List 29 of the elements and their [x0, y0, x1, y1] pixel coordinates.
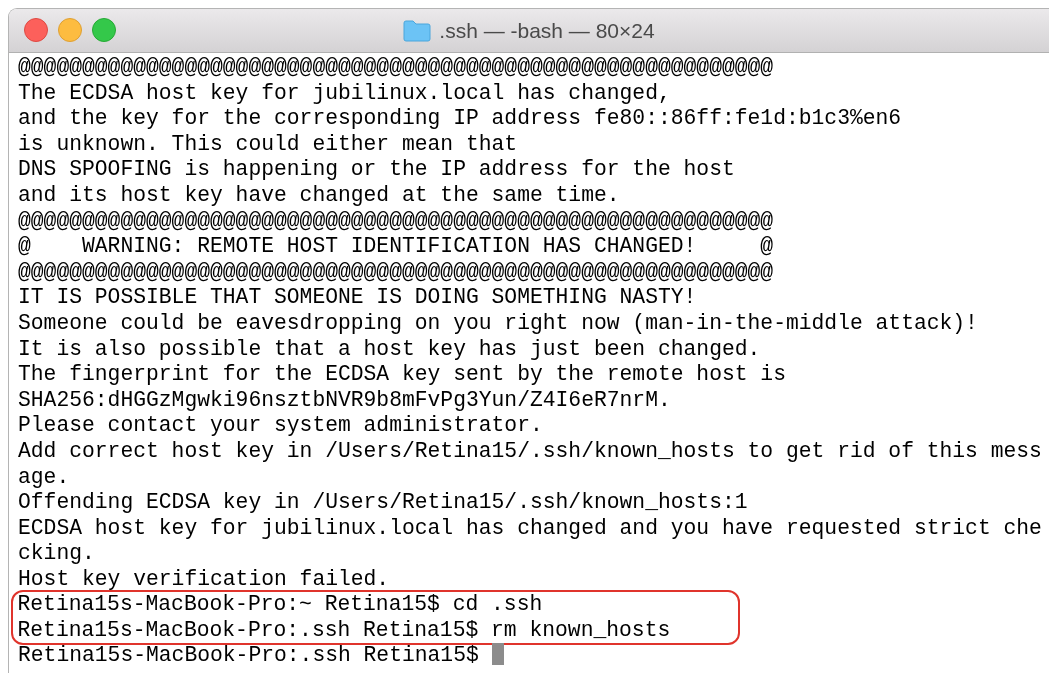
- terminal-line: ECDSA host key for jubilinux.local has changed and you have requested strict che: [18, 515, 1042, 540]
- terminal-line: Add correct host key in /Users/Retina15/.ssh/known_hosts to get rid of this mess: [18, 438, 1042, 463]
- terminal-line: Offending ECDSA key in /Users/Retina15/.ssh/known_hosts:1: [18, 490, 748, 515]
- terminal-line: @@@@@@@@@@@@@@@@@@@@@@@@@@@@@@@@@@@@@@@@@@@@@@@@@@@@@@@@@@@: [18, 55, 774, 79]
- zoom-button[interactable]: [92, 18, 116, 42]
- terminal-line: The fingerprint for the ECDSA key sent by the remote host is: [18, 362, 786, 387]
- terminal-line: It is also possible that a host key has just been changed.: [18, 336, 761, 361]
- terminal-line: @@@@@@@@@@@@@@@@@@@@@@@@@@@@@@@@@@@@@@@@@@@@@@@@@@@@@@@@@@@: [18, 259, 774, 284]
- terminal-line: cking.: [18, 541, 95, 566]
- terminal-line: @ WARNING: REMOTE HOST IDENTIFICATION HAS CHANGED! @: [18, 234, 774, 259]
- terminal-line: Someone could be eavesdropping on you right now (man-in-the-middle attack)!: [18, 310, 978, 335]
- terminal-line: @@@@@@@@@@@@@@@@@@@@@@@@@@@@@@@@@@@@@@@@@@@@@@@@@@@@@@@@@@@: [18, 208, 774, 233]
- terminal-line: Retina15s-MacBook-Pro:~ Retina15$ cd .ssh: [17, 591, 543, 616]
- terminal-line: The ECDSA host key for jubilinux.local has changed,: [18, 80, 671, 105]
- terminal-line: and the key for the corresponding IP address fe80::86ff:fe1d:b1c3%en6: [18, 106, 902, 131]
- folder-icon: [403, 19, 432, 42]
- terminal-line: Retina15s-MacBook-Pro:.ssh Retina15$ rm known_hosts: [17, 617, 671, 642]
- terminal-line: and its host key have changed at the same time.: [18, 182, 620, 207]
- terminal-line: Please contact your system administrator.: [18, 413, 543, 438]
- terminal-line: IT IS POSSIBLE THAT SOMEONE IS DOING SOMETHING NASTY!: [18, 285, 697, 310]
- terminal-line: Retina15s-MacBook-Pro:.ssh Retina15$: [18, 642, 479, 667]
- terminal-line: is unknown. This could either mean that: [18, 131, 518, 156]
- close-button[interactable]: [24, 18, 48, 42]
- minimize-button[interactable]: [58, 18, 82, 42]
- window-title: .ssh — -bash — 80×24: [439, 18, 655, 43]
- terminal-line: DNS SPOOFING is happening or the IP address for the host: [18, 157, 735, 182]
- terminal-line: SHA256:dHGGzMgwki96nsztbNVR9b8mFvPg3Yun/Z4I6eR7nrM.: [18, 387, 671, 412]
- terminal-line: Host key verification failed.: [18, 566, 390, 591]
- terminal-line: age.: [18, 464, 70, 489]
